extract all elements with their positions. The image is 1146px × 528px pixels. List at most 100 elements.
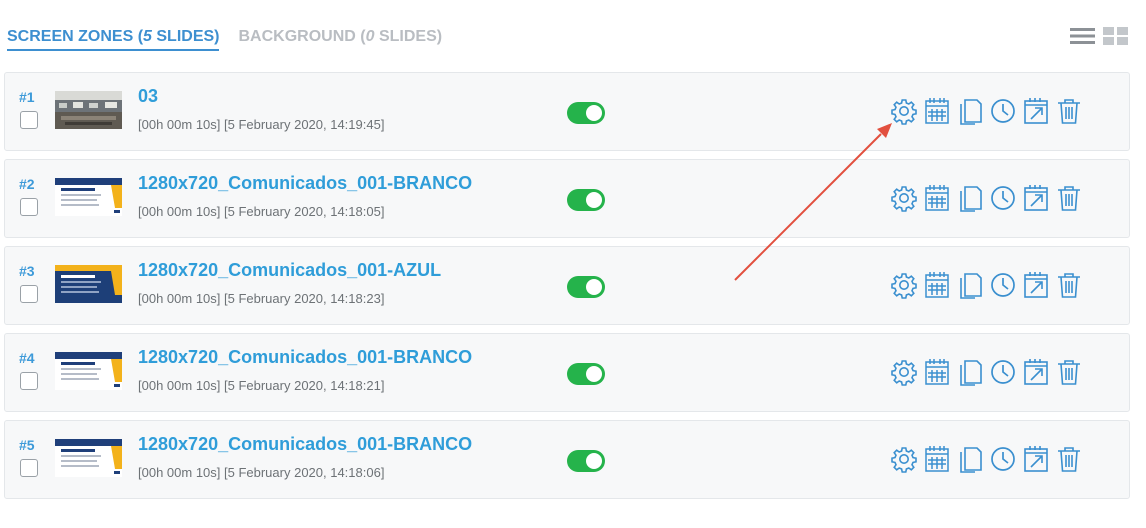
export-icon (1023, 270, 1049, 300)
slide-actions (891, 96, 1082, 126)
slide-actions (891, 270, 1082, 300)
tab-screen-zones-count: 5 (143, 28, 152, 45)
slide-select-checkbox[interactable] (20, 198, 38, 216)
gear-icon (891, 444, 917, 474)
trash-icon (1056, 444, 1082, 474)
clock-button[interactable] (990, 444, 1016, 474)
slide-number: #4 (19, 350, 35, 366)
gear-button[interactable] (891, 183, 917, 213)
slide-thumbnail[interactable] (55, 352, 122, 390)
copy-icon (957, 444, 983, 474)
trash-button[interactable] (1056, 183, 1082, 213)
toggle-knob (586, 453, 602, 469)
clock-button[interactable] (990, 96, 1016, 126)
tab-background[interactable]: BACKGROUND (0 SLIDES) (238, 26, 442, 48)
slide-select-checkbox[interactable] (20, 111, 38, 129)
clock-icon (990, 270, 1016, 300)
tab-background-suffix: SLIDES) (374, 28, 443, 45)
trash-button[interactable] (1056, 270, 1082, 300)
slide-enabled-toggle[interactable] (567, 102, 605, 124)
clock-button[interactable] (990, 357, 1016, 387)
gear-button[interactable] (891, 357, 917, 387)
copy-button[interactable] (957, 444, 983, 474)
grid-view-icon[interactable] (1103, 27, 1128, 45)
trash-icon (1056, 357, 1082, 387)
copy-button[interactable] (957, 96, 983, 126)
slide-title[interactable]: 1280x720_Comunicados_001-BRANCO (138, 173, 472, 194)
calendar-button[interactable] (924, 444, 950, 474)
tab-background-prefix: BACKGROUND ( (238, 28, 366, 45)
calendar-icon (924, 270, 950, 300)
gear-icon (891, 183, 917, 213)
toggle-knob (586, 279, 602, 295)
slide-row[interactable]: #2 1280x720_Comunicados_001-BRANCO [00h 00… (4, 159, 1130, 238)
gear-button[interactable] (891, 96, 917, 126)
export-button[interactable] (1023, 444, 1049, 474)
trash-button[interactable] (1056, 444, 1082, 474)
slide-enabled-toggle[interactable] (567, 450, 605, 472)
trash-button[interactable] (1056, 96, 1082, 126)
slide-title[interactable]: 03 (138, 86, 158, 107)
slide-select-checkbox[interactable] (20, 372, 38, 390)
export-button[interactable] (1023, 357, 1049, 387)
gear-icon (891, 270, 917, 300)
slide-enabled-toggle[interactable] (567, 189, 605, 211)
slide-meta: [00h 00m 10s] [5 February 2020, 14:18:21… (138, 378, 385, 393)
slide-thumbnail[interactable] (55, 178, 122, 216)
copy-button[interactable] (957, 270, 983, 300)
slide-thumbnail[interactable] (55, 439, 122, 477)
clock-icon (990, 183, 1016, 213)
zone-tabs: SCREEN ZONES (5 SLIDES) BACKGROUND (0 SL… (7, 26, 442, 54)
toggle-knob (586, 105, 602, 121)
export-icon (1023, 444, 1049, 474)
calendar-icon (924, 444, 950, 474)
calendar-button[interactable] (924, 183, 950, 213)
trash-button[interactable] (1056, 357, 1082, 387)
slide-row[interactable]: #1 03 [00h 00m 10s] [5 February 2020, 14:1… (4, 72, 1130, 151)
slide-actions (891, 357, 1082, 387)
trash-icon (1056, 96, 1082, 126)
slide-list: #1 03 [00h 00m 10s] [5 February 2020, 14:1… (4, 72, 1130, 507)
slide-row[interactable]: #3 1280x720_Comunicados_001-AZUL [00h 00m … (4, 246, 1130, 325)
slide-actions (891, 183, 1082, 213)
slide-thumbnail[interactable] (55, 91, 122, 129)
toggle-knob (586, 192, 602, 208)
calendar-button[interactable] (924, 270, 950, 300)
slide-number: #3 (19, 263, 35, 279)
copy-icon (957, 96, 983, 126)
slide-title[interactable]: 1280x720_Comunicados_001-AZUL (138, 260, 441, 281)
clock-icon (990, 357, 1016, 387)
copy-icon (957, 357, 983, 387)
slide-title[interactable]: 1280x720_Comunicados_001-BRANCO (138, 434, 472, 455)
slide-thumbnail[interactable] (55, 265, 122, 303)
slide-enabled-toggle[interactable] (567, 363, 605, 385)
list-view-icon[interactable] (1070, 27, 1095, 45)
tab-screen-zones[interactable]: SCREEN ZONES (5 SLIDES) (7, 26, 220, 51)
calendar-button[interactable] (924, 357, 950, 387)
tab-screen-zones-prefix: SCREEN ZONES ( (7, 28, 144, 45)
gear-icon (891, 357, 917, 387)
clock-button[interactable] (990, 183, 1016, 213)
slide-number: #5 (19, 437, 35, 453)
slide-actions (891, 444, 1082, 474)
export-button[interactable] (1023, 270, 1049, 300)
slide-select-checkbox[interactable] (20, 285, 38, 303)
clock-button[interactable] (990, 270, 1016, 300)
slide-select-checkbox[interactable] (20, 459, 38, 477)
slide-meta: [00h 00m 10s] [5 February 2020, 14:18:05… (138, 204, 385, 219)
slide-row[interactable]: #4 1280x720_Comunicados_001-BRANCO [00h 00… (4, 333, 1130, 412)
calendar-icon (924, 183, 950, 213)
trash-icon (1056, 183, 1082, 213)
slide-title[interactable]: 1280x720_Comunicados_001-BRANCO (138, 347, 472, 368)
gear-button[interactable] (891, 270, 917, 300)
calendar-button[interactable] (924, 96, 950, 126)
export-button[interactable] (1023, 183, 1049, 213)
slide-enabled-toggle[interactable] (567, 276, 605, 298)
copy-button[interactable] (957, 357, 983, 387)
export-icon (1023, 357, 1049, 387)
gear-button[interactable] (891, 444, 917, 474)
slide-row[interactable]: #5 1280x720_Comunicados_001-BRANCO [00h 00… (4, 420, 1130, 499)
export-icon (1023, 96, 1049, 126)
copy-button[interactable] (957, 183, 983, 213)
export-button[interactable] (1023, 96, 1049, 126)
